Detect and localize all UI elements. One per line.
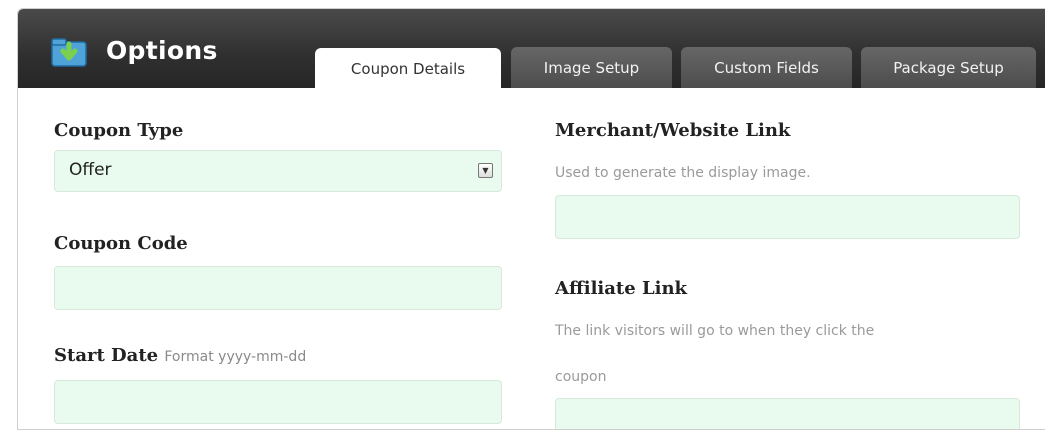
coupon-type-label: Coupon Type — [54, 120, 184, 141]
page-title: Options — [106, 36, 218, 65]
start-date-input[interactable] — [54, 380, 502, 424]
start-date-label-text: Start Date — [54, 345, 159, 366]
tab-image-setup[interactable]: Image Setup — [511, 47, 672, 88]
folder-download-icon — [51, 38, 87, 67]
merchant-link-hint: Used to generate the display image. — [555, 165, 811, 181]
tab-coupon-details[interactable]: Coupon Details — [315, 48, 501, 89]
affiliate-link-input[interactable] — [555, 398, 1020, 429]
start-date-format-hint: Format yyyy-mm-dd — [164, 349, 307, 365]
options-header: Options Coupon Details Image Setup Custo… — [18, 9, 1045, 89]
coupon-code-input[interactable] — [54, 266, 502, 310]
chevron-down-icon[interactable]: ▼ — [478, 163, 493, 178]
coupon-type-select[interactable]: Offer ▼ — [54, 150, 502, 192]
coupon-type-value: Offer — [69, 160, 112, 180]
coupon-details-content: Coupon Type Offer ▼ Coupon Code Start Da… — [18, 88, 1045, 429]
affiliate-link-hint-line2: coupon — [555, 369, 607, 385]
coupon-code-label: Coupon Code — [54, 233, 188, 254]
options-panel: Options Coupon Details Image Setup Custo… — [17, 8, 1045, 430]
merchant-link-label: Merchant/Website Link — [555, 120, 791, 141]
affiliate-link-label: Affiliate Link — [555, 278, 688, 299]
tab-package-setup[interactable]: Package Setup — [861, 47, 1036, 88]
tab-custom-fields[interactable]: Custom Fields — [681, 47, 852, 88]
start-date-label: Start Date Format yyyy-mm-dd — [54, 345, 306, 366]
affiliate-link-hint-line1: The link visitors will go to when they c… — [555, 323, 875, 339]
merchant-link-input[interactable] — [555, 195, 1020, 239]
